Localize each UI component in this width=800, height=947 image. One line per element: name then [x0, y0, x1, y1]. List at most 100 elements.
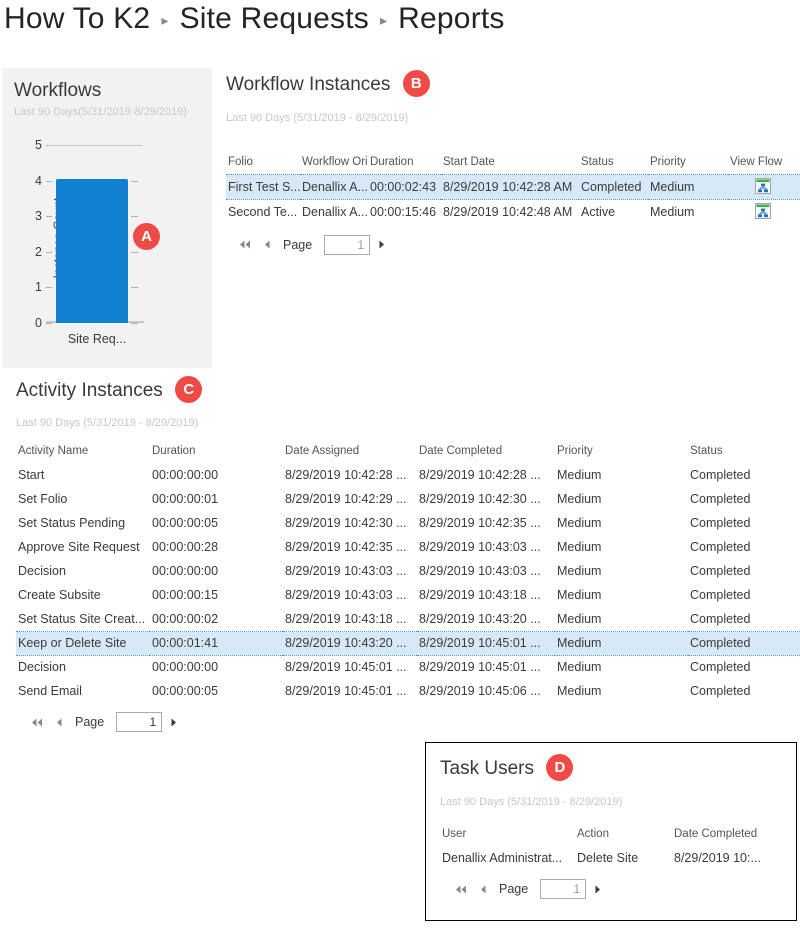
- table-row[interactable]: Denallix Administrat... Delete Site 8/29…: [440, 846, 788, 870]
- cell-date-completed: 8/29/2019 10:45:06 ...: [417, 679, 555, 703]
- table-row[interactable]: Create Subsite 00:00:00:15 8/29/2019 10:…: [16, 583, 800, 607]
- x-category-label: Site Req...: [42, 332, 152, 346]
- cell-priority: Medium: [555, 631, 688, 655]
- table-row[interactable]: First Test S... Denallix A... 00:00:02:4…: [226, 175, 800, 200]
- cell-duration: 00:00:00:00: [150, 559, 283, 583]
- cell-date-completed: 8/29/2019 10:42:30 ...: [417, 487, 555, 511]
- first-page-icon: [30, 717, 43, 728]
- task-users-panel: Task Users D Last 90 Days (5/31/2019 - 8…: [425, 742, 797, 921]
- cell-start-date: 8/29/2019 10:42:28 AM: [441, 175, 579, 200]
- next-page-button[interactable]: [170, 717, 178, 728]
- first-page-button[interactable]: [30, 717, 43, 728]
- column-header-priority[interactable]: Priority: [648, 152, 728, 175]
- cell-status: Completed: [688, 463, 800, 487]
- cell-status: Completed: [579, 175, 648, 200]
- cell-status: Completed: [688, 559, 800, 583]
- breadcrumb: How To K2 ▸ Site Requests ▸ Reports: [4, 2, 505, 36]
- activity-instances-section: Activity Instances C Last 90 Days (5/31/…: [16, 378, 800, 732]
- cell-activity-name: Start: [16, 463, 150, 487]
- cell-date-assigned: 8/29/2019 10:42:30 ...: [283, 511, 417, 535]
- activity-instances-pager: Page: [16, 712, 800, 732]
- cell-status: Completed: [688, 583, 800, 607]
- table-row[interactable]: Second Te... Denallix A... 00:00:15:46 8…: [226, 200, 800, 225]
- cell-date-assigned: 8/29/2019 10:43:03 ...: [283, 559, 417, 583]
- table-row[interactable]: Set Folio 00:00:00:01 8/29/2019 10:42:29…: [16, 487, 800, 511]
- cell-user: Denallix Administrat...: [440, 846, 575, 870]
- prev-page-button[interactable]: [263, 239, 271, 250]
- cell-date-assigned: 8/29/2019 10:42:35 ...: [283, 535, 417, 559]
- task-users-title: Task Users: [440, 758, 534, 780]
- page-input[interactable]: [540, 879, 586, 899]
- prev-page-button[interactable]: [479, 884, 487, 895]
- table-row[interactable]: Send Email 00:00:00:05 8/29/2019 10:45:0…: [16, 679, 800, 703]
- column-header-status[interactable]: Status: [579, 152, 648, 175]
- column-header-view-flow[interactable]: View Flow: [728, 152, 800, 175]
- view-flow-button[interactable]: [728, 200, 800, 225]
- column-header-date-completed[interactable]: Date Completed: [417, 441, 555, 463]
- cell-workflow: Denallix A...: [300, 175, 368, 200]
- prev-page-icon: [263, 239, 271, 250]
- view-flow-button[interactable]: [728, 175, 800, 200]
- cell-priority: Medium: [555, 559, 688, 583]
- prev-page-icon: [55, 717, 63, 728]
- activity-instances-title: Activity Instances: [16, 380, 163, 402]
- workflows-panel-subtitle: Last 90 Days(5/31/2019-8/29/2019): [14, 106, 187, 118]
- cell-date-completed: 8/29/2019 10:43:20 ...: [417, 607, 555, 631]
- page-label: Page: [499, 882, 528, 896]
- column-header-user[interactable]: User: [440, 824, 575, 846]
- table-row[interactable]: Decision 00:00:00:00 8/29/2019 10:45:01 …: [16, 655, 800, 679]
- column-header-priority[interactable]: Priority: [555, 441, 688, 463]
- column-header-status[interactable]: Status: [688, 441, 800, 463]
- cell-priority: Medium: [555, 583, 688, 607]
- breadcrumb-item-how-to-k2[interactable]: How To K2: [4, 2, 150, 36]
- view-flow-icon: [755, 178, 771, 194]
- first-page-button[interactable]: [454, 884, 467, 895]
- column-header-duration[interactable]: Duration: [150, 441, 283, 463]
- column-header-folio[interactable]: Folio: [226, 152, 300, 175]
- column-header-duration[interactable]: Duration: [368, 152, 441, 175]
- next-page-button[interactable]: [594, 884, 602, 895]
- cell-date-completed: 8/29/2019 10:42:28 ...: [417, 463, 555, 487]
- table-row[interactable]: Start 00:00:00:00 8/29/2019 10:42:28 ...…: [16, 463, 800, 487]
- cell-action: Delete Site: [575, 846, 672, 870]
- workflows-panel: Workflows Last 90 Days(5/31/2019-8/29/20…: [2, 68, 212, 368]
- cell-status: Active: [579, 200, 648, 225]
- cell-date-assigned: 8/29/2019 10:43:03 ...: [283, 583, 417, 607]
- workflow-instances-table: Folio Workflow Ori... Duration Start Dat…: [226, 152, 800, 225]
- column-header-workflow[interactable]: Workflow Ori...: [300, 152, 368, 175]
- cell-duration: 00:00:00:00: [150, 655, 283, 679]
- column-header-date-completed[interactable]: Date Completed: [672, 824, 788, 846]
- cell-priority: Medium: [648, 175, 728, 200]
- cell-status: Completed: [688, 655, 800, 679]
- site-requests-bar[interactable]: [56, 179, 128, 323]
- column-header-date-assigned[interactable]: Date Assigned: [283, 441, 417, 463]
- table-row[interactable]: Approve Site Request 00:00:00:28 8/29/20…: [16, 535, 800, 559]
- next-page-button[interactable]: [378, 239, 386, 250]
- column-header-action[interactable]: Action: [575, 824, 672, 846]
- page-input[interactable]: [324, 235, 370, 255]
- cell-activity-name: Approve Site Request: [16, 535, 150, 559]
- cell-activity-name: Set Status Pending: [16, 511, 150, 535]
- breadcrumb-item-reports[interactable]: Reports: [398, 2, 504, 36]
- cell-activity-name: Create Subsite: [16, 583, 150, 607]
- cell-status: Completed: [688, 487, 800, 511]
- breadcrumb-item-site-requests[interactable]: Site Requests: [180, 2, 369, 36]
- table-row[interactable]: Set Status Site Creat... 00:00:00:02 8/2…: [16, 607, 800, 631]
- table-row[interactable]: Decision 00:00:00:00 8/29/2019 10:43:03 …: [16, 559, 800, 583]
- prev-page-button[interactable]: [55, 717, 63, 728]
- gridline-top: [48, 145, 142, 146]
- cell-date-completed: 8/29/2019 10:43:18 ...: [417, 583, 555, 607]
- first-page-button[interactable]: [238, 239, 251, 250]
- column-header-start-date[interactable]: Start Date: [441, 152, 579, 175]
- page-label: Page: [75, 715, 104, 729]
- table-row[interactable]: Set Status Pending 00:00:00:05 8/29/2019…: [16, 511, 800, 535]
- activity-instances-header-row: Activity Name Duration Date Assigned Dat…: [16, 441, 800, 463]
- cell-status: Completed: [688, 607, 800, 631]
- table-row[interactable]: Keep or Delete Site 00:00:01:41 8/29/201…: [16, 631, 800, 655]
- column-header-activity-name[interactable]: Activity Name: [16, 441, 150, 463]
- cell-priority: Medium: [555, 511, 688, 535]
- cell-activity-name: Keep or Delete Site: [16, 631, 150, 655]
- page-input[interactable]: [116, 712, 162, 732]
- activity-instances-table: Activity Name Duration Date Assigned Dat…: [16, 441, 800, 703]
- cell-activity-name: Send Email: [16, 679, 150, 703]
